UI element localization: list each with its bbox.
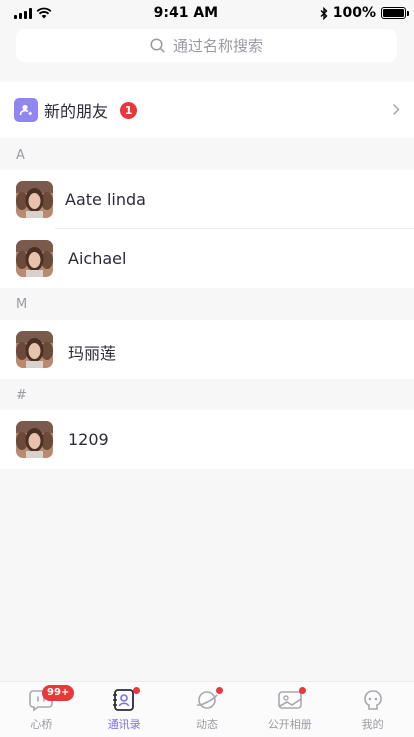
status-left — [14, 7, 52, 19]
photo-album-icon — [277, 687, 306, 712]
section-header-a: A — [0, 140, 414, 170]
tab-label: 心桥 — [30, 718, 53, 731]
avatar — [16, 331, 53, 368]
tab-label: 通讯录 — [107, 718, 141, 731]
cell-signal-icon — [14, 7, 32, 19]
tab-xinqiao[interactable]: 99+ 心桥 — [0, 682, 83, 737]
tab-mine[interactable]: 我的 — [331, 682, 414, 737]
avatar — [16, 181, 53, 218]
search-bar[interactable]: 通过名称搜索 — [16, 29, 397, 62]
battery-percent: 100% — [332, 5, 376, 21]
battery-icon — [380, 7, 409, 19]
tab-bar: 99+ 心桥 通讯录 动态 公开相册 我的 — [0, 681, 414, 737]
notification-dot — [215, 687, 223, 694]
section-header-hash: # — [0, 380, 414, 410]
notification-dot — [133, 687, 141, 694]
bluetooth-icon — [320, 6, 328, 20]
new-friends-label: 新的朋友 — [44, 102, 109, 121]
new-friends-badge: 1 — [120, 101, 138, 119]
tab-public-album[interactable]: 公开相册 — [248, 682, 331, 737]
search-icon — [150, 38, 165, 53]
status-right: 100% — [320, 5, 409, 21]
contact-row[interactable]: Aichael — [0, 229, 414, 288]
contact-row[interactable]: 玛丽莲 — [0, 320, 414, 379]
section-letter: M — [16, 296, 28, 312]
section-letter: A — [16, 147, 25, 163]
unread-count-badge: 99+ — [42, 685, 75, 701]
tab-label: 公开相册 — [267, 718, 312, 731]
tab-label: 动态 — [195, 718, 218, 731]
add-friend-icon — [14, 98, 38, 122]
contact-row[interactable]: 1209 — [0, 410, 414, 469]
contact-name: 1209 — [68, 430, 109, 449]
tab-label: 我的 — [361, 718, 384, 731]
contact-name: Aate linda — [65, 190, 146, 209]
tab-contacts[interactable]: 通讯录 — [83, 682, 166, 737]
section-letter: # — [16, 387, 27, 403]
avatar — [16, 240, 53, 277]
search-placeholder: 通过名称搜索 — [172, 37, 263, 55]
tab-moments[interactable]: 动态 — [166, 682, 249, 737]
status-time: 9:41 AM — [153, 5, 219, 21]
profile-face-icon — [360, 688, 386, 712]
status-bar: 9:41 AM 100% — [0, 0, 414, 26]
chevron-right-icon — [392, 103, 400, 116]
contact-row[interactable]: Aate linda — [0, 170, 414, 229]
section-header-m: M — [0, 289, 414, 319]
avatar — [16, 421, 53, 458]
notification-dot — [298, 687, 306, 694]
new-friends-row[interactable]: 新的朋友 1 — [0, 82, 414, 138]
wifi-icon — [36, 7, 52, 19]
planet-icon — [194, 687, 223, 712]
contact-name: 玛丽莲 — [68, 344, 117, 363]
search-input[interactable]: 通过名称搜索 — [16, 29, 397, 62]
contacts-book-icon — [111, 687, 141, 712]
contact-name: Aichael — [68, 249, 127, 268]
